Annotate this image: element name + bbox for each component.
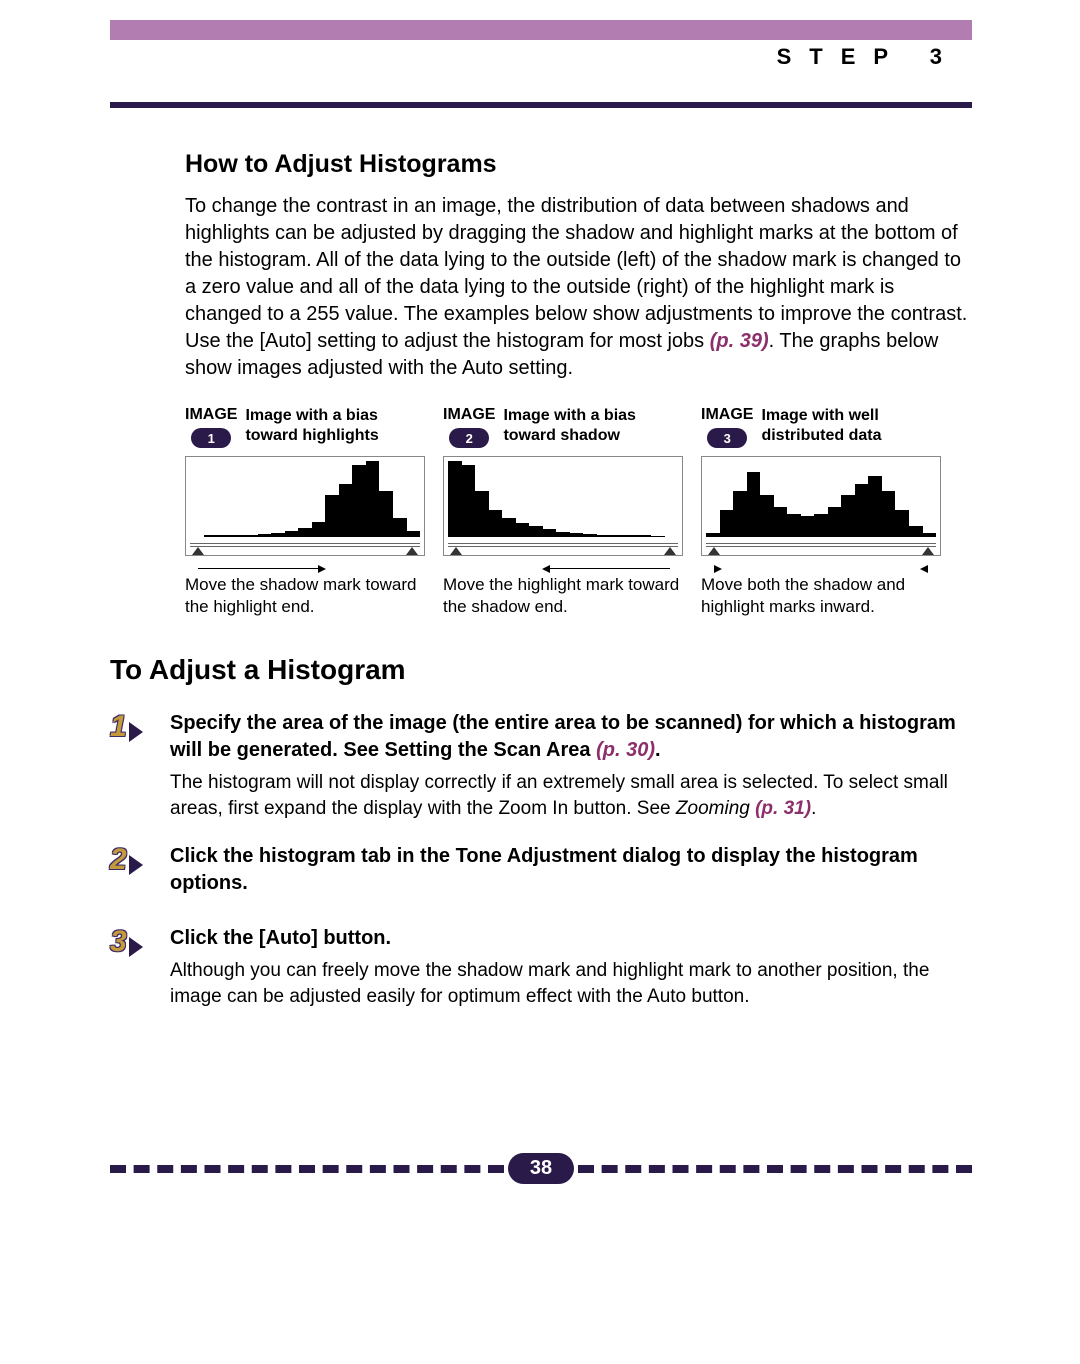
chevron-right-icon bbox=[129, 937, 143, 957]
slider-track bbox=[448, 543, 678, 547]
step-2: 2 Click the histogram tab in the Tone Ad… bbox=[110, 843, 972, 903]
text: Although you can freely move the shadow … bbox=[170, 960, 929, 1007]
histogram-bars-1 bbox=[190, 461, 420, 537]
arrow-line bbox=[550, 568, 670, 569]
footer-dash-right bbox=[578, 1165, 972, 1173]
header-bar bbox=[110, 20, 972, 40]
step-1: 1 Specify the area of the image (the ent… bbox=[110, 710, 972, 821]
page-content: How to Adjust Histograms To change the c… bbox=[110, 150, 972, 1032]
page-footer: 38 bbox=[110, 1153, 972, 1184]
chevron-right-icon bbox=[129, 722, 143, 742]
highlight-mark-icon[interactable] bbox=[406, 547, 418, 555]
text-italic: Zooming bbox=[676, 798, 755, 819]
example-title-2: Image with a bias toward shadow bbox=[503, 406, 683, 446]
step-number: 3 bbox=[110, 925, 127, 958]
page-ref-30[interactable]: (p. 30) bbox=[596, 739, 655, 761]
histogram-3 bbox=[701, 456, 941, 556]
procedure-title: To Adjust a Histogram bbox=[110, 654, 972, 686]
example-number-1: 1 bbox=[191, 428, 231, 448]
chevron-right-icon bbox=[129, 855, 143, 875]
text: The histogram will not display correctly… bbox=[170, 772, 948, 819]
arrow-line bbox=[198, 568, 318, 569]
step-3: 3 Click the [Auto] button. Although you … bbox=[110, 925, 972, 1009]
arrow-right-icon bbox=[318, 565, 326, 573]
step-label: STEP 3 bbox=[777, 44, 960, 70]
page-ref-39[interactable]: (p. 39) bbox=[710, 330, 769, 352]
histogram-1 bbox=[185, 456, 425, 556]
highlight-mark-icon[interactable] bbox=[922, 547, 934, 555]
highlight-mark-icon[interactable] bbox=[664, 547, 676, 555]
shadow-mark-icon[interactable] bbox=[450, 547, 462, 555]
step-title-3: Click the [Auto] button. bbox=[170, 925, 972, 952]
example-caption-1: Move the shadow mark toward the highligh… bbox=[185, 574, 425, 618]
example-number-3: 3 bbox=[707, 428, 747, 448]
step-title-1: Specify the area of the image (the entir… bbox=[170, 710, 972, 764]
histogram-bars-3 bbox=[706, 461, 936, 537]
shadow-mark-icon[interactable] bbox=[192, 547, 204, 555]
footer-dash-left bbox=[110, 1165, 504, 1173]
example-3: IMAGE 3 Image with well distributed data… bbox=[701, 406, 941, 618]
step-badge-2: 2 bbox=[110, 843, 154, 903]
image-label: IMAGE bbox=[701, 406, 753, 424]
step-badge-3: 3 bbox=[110, 925, 154, 1009]
slider-track bbox=[190, 543, 420, 547]
step-body-1: The histogram will not display correctly… bbox=[170, 770, 972, 821]
example-number-2: 2 bbox=[449, 428, 489, 448]
text: . bbox=[811, 798, 816, 819]
text: Setting the Scan Area bbox=[385, 739, 597, 761]
examples-row: IMAGE 1 Image with a bias toward highlig… bbox=[185, 406, 972, 618]
example-2: IMAGE 2 Image with a bias toward shadow … bbox=[443, 406, 683, 618]
page-ref-31[interactable]: (p. 31) bbox=[755, 798, 811, 819]
text: Click the histogram tab in the Tone Adju… bbox=[170, 845, 918, 894]
example-title-1: Image with a bias toward highlights bbox=[245, 406, 425, 446]
section-title: How to Adjust Histograms bbox=[185, 150, 972, 179]
arrow-left-icon bbox=[542, 565, 550, 573]
slider-track bbox=[706, 543, 936, 547]
image-label: IMAGE bbox=[185, 406, 237, 424]
arrow-right-icon bbox=[714, 565, 722, 573]
section-body: To change the contrast in an image, the … bbox=[185, 193, 972, 382]
shadow-mark-icon[interactable] bbox=[708, 547, 720, 555]
histogram-bars-2 bbox=[448, 461, 678, 537]
arrow-left-icon bbox=[920, 565, 928, 573]
step-number: 2 bbox=[110, 843, 127, 876]
text: Click the [Auto] button. bbox=[170, 927, 391, 949]
step-number: 1 bbox=[110, 710, 127, 743]
example-1: IMAGE 1 Image with a bias toward highlig… bbox=[185, 406, 425, 618]
example-title-3: Image with well distributed data bbox=[761, 406, 941, 446]
text: . bbox=[655, 739, 661, 761]
section-body-a: To change the contrast in an image, the … bbox=[185, 195, 967, 352]
example-caption-2: Move the highlight mark toward the shado… bbox=[443, 574, 683, 618]
histogram-2 bbox=[443, 456, 683, 556]
step-title-2: Click the histogram tab in the Tone Adju… bbox=[170, 843, 972, 897]
image-label: IMAGE bbox=[443, 406, 495, 424]
page-number: 38 bbox=[508, 1153, 574, 1184]
example-caption-3: Move both the shadow and highlight marks… bbox=[701, 574, 941, 618]
step-body-3: Although you can freely move the shadow … bbox=[170, 958, 972, 1009]
header-divider bbox=[110, 102, 972, 108]
step-badge-1: 1 bbox=[110, 710, 154, 821]
